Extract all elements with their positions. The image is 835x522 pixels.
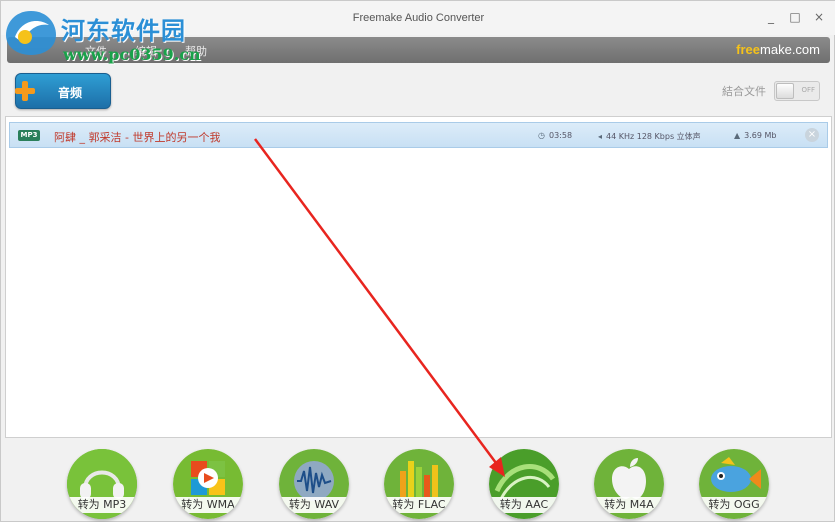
- convert-wma-label: 转为 WMA: [173, 497, 243, 513]
- file-size-icon: ▲: [734, 131, 741, 140]
- clock-icon: ◷: [538, 131, 545, 140]
- add-audio-button[interactable]: 音频: [15, 73, 111, 109]
- file-list: MP3 阿肆 _ 郭采洁 - 世界上的另一个我 ◷ 03:58 ◂ 44 KHz…: [5, 116, 832, 438]
- format-badge: MP3: [18, 130, 40, 141]
- convert-flac-label: 转为 FLAC: [384, 497, 454, 513]
- file-name: 阿肆 _ 郭采洁 - 世界上的另一个我: [54, 131, 221, 144]
- audio-info-value: 44 KHz 128 Kbps 立体声: [606, 132, 701, 141]
- file-size-value: 3.69 Mb: [744, 131, 777, 140]
- speaker-icon: ◂: [598, 132, 603, 141]
- convert-mp3-label: 转为 MP3: [67, 497, 137, 513]
- merge-toggle[interactable]: OFF: [774, 81, 820, 101]
- plus-icon: [15, 81, 35, 101]
- convert-ogg-button[interactable]: 转为 OGG: [699, 449, 769, 519]
- window-controls: _ □ ×: [764, 10, 826, 24]
- brand-prefix: free: [736, 42, 761, 57]
- file-size: ▲ 3.69 Mb: [734, 131, 777, 140]
- file-row[interactable]: MP3 阿肆 _ 郭采洁 - 世界上的另一个我 ◷ 03:58 ◂ 44 KHz…: [9, 122, 828, 148]
- convert-bar: 转为 MP3 转为 WMA 转为 WAV 转为 FLAC 转为 AAC 转为 M…: [1, 445, 835, 522]
- app-window: Freemake Audio Converter _ □ × 文件 编辑 帮助 …: [0, 0, 835, 522]
- watermark-url: www.pc0359.cn: [63, 45, 201, 64]
- toggle-state: OFF: [801, 86, 815, 94]
- convert-flac-button[interactable]: 转为 FLAC: [384, 449, 454, 519]
- convert-wav-button[interactable]: 转为 WAV: [279, 449, 349, 519]
- audio-info: ◂ 44 KHz 128 Kbps 立体声: [598, 131, 701, 142]
- convert-m4a-label: 转为 M4A: [594, 497, 664, 513]
- convert-wav-label: 转为 WAV: [279, 497, 349, 513]
- convert-ogg-label: 转为 OGG: [699, 497, 769, 513]
- site-watermark: 河东软件园 www.pc0359.cn: [3, 5, 208, 64]
- merge-label: 結合文件: [722, 85, 766, 98]
- toggle-knob: [776, 83, 794, 99]
- brand-suffix: make.com: [760, 42, 820, 57]
- convert-aac-label: 转为 AAC: [489, 497, 559, 513]
- convert-mp3-button[interactable]: 转为 MP3: [67, 449, 137, 519]
- convert-wma-button[interactable]: 转为 WMA: [173, 449, 243, 519]
- minimize-button[interactable]: _: [764, 10, 778, 24]
- watermark-title: 河东软件园: [61, 17, 186, 45]
- watermark-logo-icon: [6, 11, 56, 55]
- convert-aac-button[interactable]: 转为 AAC: [489, 449, 559, 519]
- add-audio-label: 音频: [58, 86, 83, 100]
- close-button[interactable]: ×: [812, 10, 826, 24]
- brand-link[interactable]: freemake.com: [736, 42, 820, 57]
- merge-files: 結合文件 OFF: [722, 81, 820, 101]
- duration: ◷ 03:58: [538, 131, 572, 140]
- maximize-button[interactable]: □: [788, 10, 802, 24]
- convert-m4a-button[interactable]: 转为 M4A: [594, 449, 664, 519]
- duration-value: 03:58: [548, 131, 573, 140]
- remove-file-icon[interactable]: ×: [805, 128, 819, 142]
